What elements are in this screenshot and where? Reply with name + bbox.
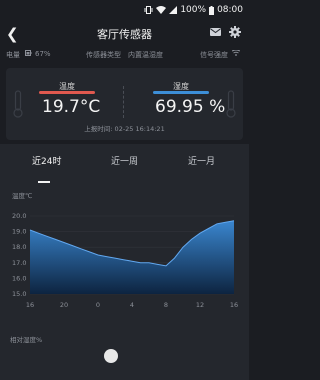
sensor-info-row: 电量 67% 传感器类型 内置温湿度 信号强度 [0,49,249,64]
clock: 08:00 [217,5,243,15]
tab-month[interactable]: 近一月 [188,154,215,167]
tab-24h[interactable]: 近24时 [32,154,61,167]
gear-icon[interactable] [229,26,241,38]
temperature-chart: 温度℃ 15.0 16.0 17.0 18.0 19.0 20.0 16 20 0 4 8 12 16 [12,191,238,309]
x-tick-label: 16 [230,301,238,309]
period-tabs: 近24时 近一周 近一月 [0,154,249,183]
y-tick-label: 18.0 [12,243,26,251]
x-tick-label: 4 [130,301,134,309]
temperature-accent-bar [39,91,95,94]
sensor-type-value: 内置温湿度 [128,51,163,59]
tab-week[interactable]: 近一周 [111,154,138,167]
battery-value: 67% [35,50,51,58]
battery-level-icon [25,50,32,58]
thermometer-icon [226,90,236,118]
battery-percent: 100% [180,5,207,15]
thermometer-icon [13,90,23,118]
update-time: 上报时间: 02-25 16:14:21 [84,125,165,133]
x-tick-label: 12 [196,301,204,309]
y-tick-label: 17.0 [12,259,26,267]
app-bar: ❮ 客厅传感器 [0,22,249,46]
humidity-value: 69.95 % [155,97,226,117]
humidity-accent-bar [153,91,209,94]
sensor-type-label: 传感器类型 [86,51,121,59]
signal-strength-icon [231,49,241,58]
scroll-handle[interactable] [104,349,118,363]
humidity-chart-label: 相对湿度% [10,336,43,344]
cellular-icon [169,6,178,14]
y-tick-label: 20.0 [12,212,26,220]
reading-card: 温度 19.7°C 湿度 69.95 % 上报时间: 02-25 16:14:2… [6,68,243,140]
vibrate-icon [144,6,153,14]
x-tick-label: 0 [96,301,100,309]
wifi-icon [156,6,167,14]
y-tick-label: 19.0 [12,228,26,236]
divider [123,86,124,118]
y-axis-label: 温度℃ [12,191,32,200]
y-tick-label: 16.0 [12,274,26,282]
battery-icon [209,5,215,15]
history-section: 近24时 近一周 近一月 温度℃ 15.0 16.0 17.0 18.0 19.0 20.… [0,144,249,380]
x-tick-label: 16 [26,301,34,309]
y-tick-label: 15.0 [12,290,26,298]
x-tick-label: 20 [60,301,68,309]
signal-label: 信号强度 [200,51,228,59]
temperature-value: 19.7°C [42,97,101,117]
battery-label: 电量 [6,51,20,59]
status-bar: 100% 08:00 [0,0,249,22]
status-icons: 100% 08:00 [144,5,243,15]
mail-icon[interactable] [210,28,221,36]
x-tick-label: 8 [164,301,168,309]
